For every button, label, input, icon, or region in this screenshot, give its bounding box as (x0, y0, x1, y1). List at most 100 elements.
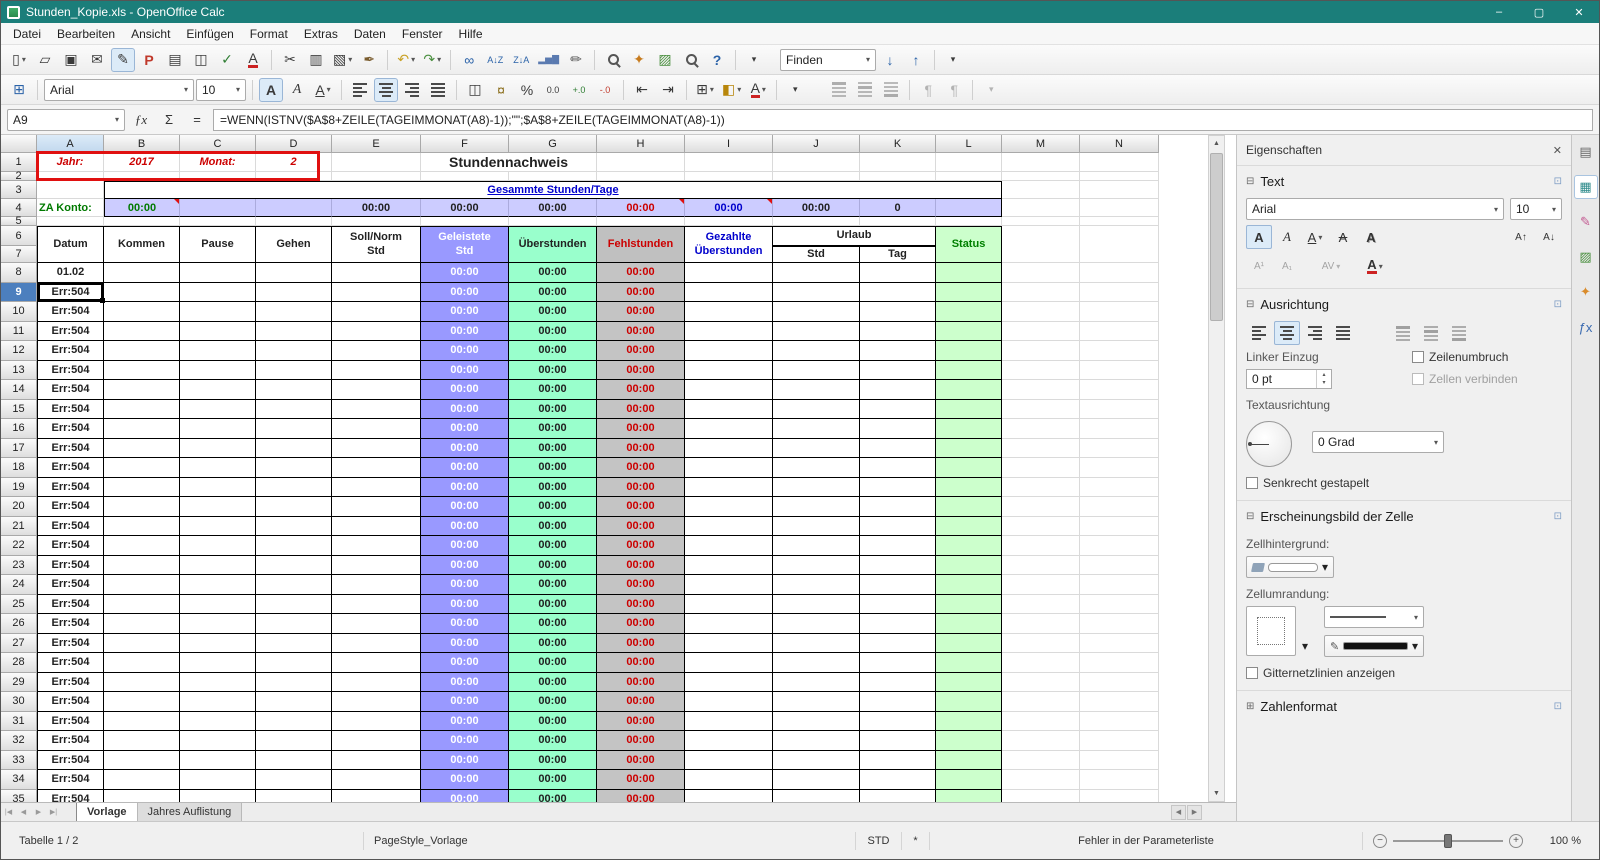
cell-F26[interactable]: 00:00 (421, 614, 509, 634)
align-top-button[interactable] (827, 78, 851, 102)
row-header-7[interactable]: 7 (1, 246, 37, 263)
cell-G28[interactable]: 00:00 (509, 653, 597, 673)
cell-C24[interactable] (180, 575, 256, 595)
cell-J19[interactable] (773, 477, 860, 497)
stacked-checkbox[interactable] (1246, 477, 1258, 489)
cell-D5[interactable] (256, 217, 332, 226)
cell-L10[interactable] (936, 302, 1002, 322)
cell-H9[interactable]: 00:00 (597, 282, 685, 302)
cell-I9[interactable] (685, 282, 773, 302)
cell-M1[interactable] (1002, 153, 1080, 172)
menu-datei[interactable]: Datei (5, 23, 49, 44)
align-right-button[interactable] (400, 78, 424, 102)
cell-B4[interactable]: 00:00 (104, 199, 180, 217)
sidebar-align-middle-button[interactable] (1418, 321, 1444, 345)
cell-H29[interactable]: 00:00 (597, 672, 685, 692)
cell-M5[interactable] (1002, 217, 1080, 226)
cell-A21[interactable]: Err:504 (37, 516, 104, 536)
cell-G31[interactable]: 00:00 (509, 711, 597, 731)
cell-A5[interactable] (37, 217, 104, 226)
sidebar-bold-button[interactable]: A (1246, 225, 1272, 249)
cell-F9[interactable]: 00:00 (421, 282, 509, 302)
align-center-vertical-button[interactable] (853, 78, 877, 102)
cell-N33[interactable] (1080, 750, 1159, 770)
cell-L25[interactable] (936, 594, 1002, 614)
column-header-L[interactable]: L (936, 135, 1002, 153)
cell-M26[interactable] (1002, 614, 1080, 634)
cell-A27[interactable]: Err:504 (37, 633, 104, 653)
cell-K29[interactable] (860, 672, 936, 692)
cell-C33[interactable] (180, 750, 256, 770)
cell-L12[interactable] (936, 341, 1002, 361)
cell-A25[interactable]: Err:504 (37, 594, 104, 614)
cell-L28[interactable] (936, 653, 1002, 673)
cell-J32[interactable] (773, 731, 860, 751)
cell-G33[interactable]: 00:00 (509, 750, 597, 770)
cell-H21[interactable]: 00:00 (597, 516, 685, 536)
border-line-color-button[interactable]: ✎ ▾ (1324, 635, 1425, 657)
cell-M14[interactable] (1002, 380, 1080, 400)
text-rotation-dial[interactable] (1246, 421, 1292, 467)
cell-D22[interactable] (256, 536, 332, 556)
increase-indent-button[interactable]: ⇥ (656, 78, 680, 102)
cell-D10[interactable] (256, 302, 332, 322)
cell-K23[interactable] (860, 555, 936, 575)
cell-K13[interactable] (860, 360, 936, 380)
cell-D31[interactable] (256, 711, 332, 731)
cell-D28[interactable] (256, 653, 332, 673)
standard-format-button[interactable]: 0.0 (541, 78, 565, 102)
cell-F23[interactable]: 00:00 (421, 555, 509, 575)
cell-J1[interactable] (773, 153, 860, 172)
sidebar-subscript-button[interactable]: A₁ (1274, 254, 1300, 278)
cell-N17[interactable] (1080, 438, 1159, 458)
row-header-12[interactable]: 12 (1, 341, 37, 361)
cell-J12[interactable] (773, 341, 860, 361)
sidebar-decrease-font-button[interactable]: A↓ (1536, 225, 1562, 249)
formula-input[interactable]: =WENN(ISTNV($A$8+ZEILE(TAGEIMMONAT(A8)-1… (213, 108, 1593, 131)
menu-daten[interactable]: Daten (346, 23, 394, 44)
cell-G8[interactable]: 00:00 (509, 263, 597, 283)
cell-D1[interactable]: 2 (256, 153, 332, 172)
cell-A32[interactable]: Err:504 (37, 731, 104, 751)
cell-N31[interactable] (1080, 711, 1159, 731)
cell-C27[interactable] (180, 633, 256, 653)
cell-G17[interactable]: 00:00 (509, 438, 597, 458)
cell-border-dropdown-icon[interactable]: ▾ (1302, 639, 1308, 653)
cell-D33[interactable] (256, 750, 332, 770)
menu-einfügen[interactable]: Einfügen (178, 23, 241, 44)
cell-L17[interactable] (936, 438, 1002, 458)
cell-G12[interactable]: 00:00 (509, 341, 597, 361)
cell-J35[interactable] (773, 789, 860, 802)
row-header-23[interactable]: 23 (1, 555, 37, 575)
cell-A2[interactable] (37, 172, 104, 181)
cell-F2[interactable] (421, 172, 509, 181)
cell-E1[interactable] (332, 153, 421, 172)
cell-F27[interactable]: 00:00 (421, 633, 509, 653)
text-direction-ltr-button[interactable]: ¶ (916, 78, 940, 102)
cell-B21[interactable] (104, 516, 180, 536)
cell-L26[interactable] (936, 614, 1002, 634)
font-color-dropdown-icon[interactable]: ▾ (762, 85, 766, 94)
cell-G18[interactable]: 00:00 (509, 458, 597, 478)
collapse-alignment-icon[interactable]: ⊟ (1246, 299, 1254, 310)
last-sheet-button[interactable]: ▶| (46, 803, 61, 821)
cell-J8[interactable] (773, 263, 860, 283)
align-left-button[interactable] (348, 78, 372, 102)
cell-K17[interactable] (860, 438, 936, 458)
cell-L22[interactable] (936, 536, 1002, 556)
sidebar-font-name[interactable]: Arial ▾ (1246, 198, 1504, 220)
scroll-down-button[interactable]: ▼ (1209, 786, 1224, 801)
find-box[interactable]: Finden ▾ (780, 48, 877, 71)
sidebar-align-bottom-button[interactable] (1446, 321, 1472, 345)
cell-B15[interactable] (104, 399, 180, 419)
cell-C8[interactable] (180, 263, 256, 283)
cell-F17[interactable]: 00:00 (421, 438, 509, 458)
sidebar-font-name-dropdown-icon[interactable]: ▾ (1494, 205, 1498, 214)
horizontal-scrollbar[interactable]: ◀ ▶ (1171, 803, 1202, 821)
cell-E25[interactable] (332, 594, 421, 614)
row-header-18[interactable]: 18 (1, 458, 37, 478)
undo-button[interactable]: ↶ ▾ (394, 48, 418, 72)
maximize-button[interactable]: ▢ (1519, 1, 1559, 23)
zoom-slider-thumb[interactable] (1444, 833, 1452, 848)
insert-chart-button[interactable]: ▂▅▇ (535, 48, 562, 72)
